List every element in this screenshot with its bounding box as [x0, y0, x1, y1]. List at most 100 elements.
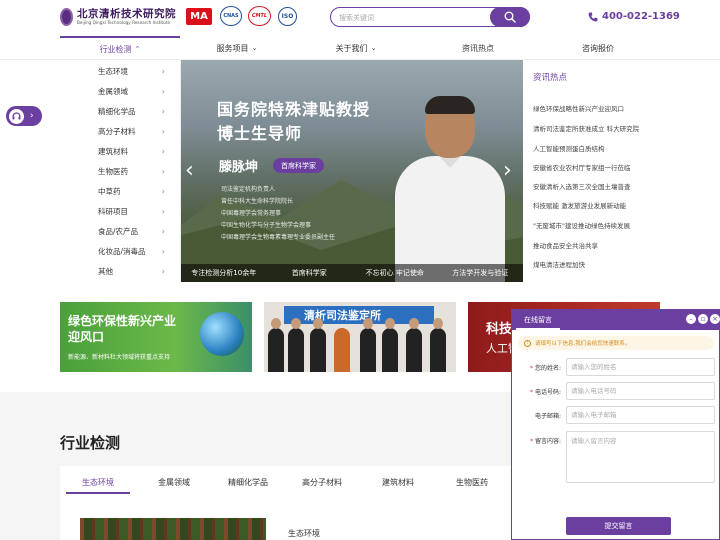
- minimize-icon[interactable]: –: [686, 314, 696, 324]
- search-input[interactable]: [339, 11, 489, 24]
- floating-service-button[interactable]: ›: [6, 106, 42, 126]
- logo-text-en: Beijing Qingxi Technology Research Insti…: [77, 20, 171, 26]
- section-title: 行业检测: [60, 434, 121, 452]
- chevron-right-icon: ›: [161, 266, 165, 276]
- promo-card-green-industry[interactable]: 绿色环保性新兴产业 迎风口 新能源、新材料杜大领域将获重点支持: [60, 302, 252, 372]
- banner-title-line1: 国务院特殊津贴教授: [217, 100, 371, 119]
- banner-credential: 司法鉴定机构负责人: [221, 186, 276, 193]
- info-icon: !: [524, 339, 531, 347]
- tab-polymers[interactable]: 高分子材料: [284, 466, 360, 498]
- banner-tab[interactable]: 专注检测分析10余年: [181, 264, 267, 282]
- message-textarea[interactable]: [566, 431, 715, 483]
- news-link[interactable]: 清析司法鉴定所获准成立 科大研究院: [533, 123, 655, 133]
- chevron-right-icon: ›: [161, 186, 165, 196]
- promo-title-line1: 科技: [486, 322, 513, 337]
- phone-icon: [588, 12, 598, 21]
- service-icon: [9, 108, 24, 124]
- phone-label: * 电话号码:: [530, 389, 561, 396]
- chevron-right-icon: ›: [30, 111, 34, 121]
- news-link[interactable]: 科技赋能 激发旅游业发展新动能: [533, 200, 655, 210]
- banner-role-tag: 首席科学家: [273, 158, 324, 173]
- category-item[interactable]: 金属领域 ›: [60, 81, 181, 101]
- category-item[interactable]: 高分子材料 ›: [60, 121, 181, 141]
- person-figure: [406, 318, 422, 372]
- banner-prev-arrow-icon[interactable]: ‹: [185, 158, 194, 183]
- name-field[interactable]: [566, 358, 715, 376]
- name-label: * 您的姓名:: [530, 365, 561, 372]
- banner-credential: 曾任中科大生命科学院院长: [221, 198, 294, 205]
- news-panel-title: 资讯热点: [533, 73, 568, 83]
- person-figure: [430, 318, 446, 372]
- person-figure: [288, 318, 304, 372]
- news-link[interactable]: 绿色环保战略性新兴产业迎风口: [533, 103, 655, 113]
- tab-ecological-environment[interactable]: 生态环境: [60, 466, 136, 498]
- email-field[interactable]: [566, 406, 715, 424]
- category-item[interactable]: 中草药 ›: [60, 181, 181, 201]
- category-item[interactable]: 化妆品/消毒品 ›: [60, 241, 181, 261]
- banner-credential: 中国毒理学会生物毒素毒理专业委员副主任: [221, 234, 336, 241]
- cert-ma-badge: MA: [186, 8, 212, 25]
- search-button[interactable]: [490, 7, 530, 27]
- category-item[interactable]: 精细化学品 ›: [60, 101, 181, 121]
- chevron-right-icon: ›: [161, 86, 165, 96]
- tab-metals[interactable]: 金属领域: [136, 466, 212, 498]
- form-notice: ! 请填写以下信息,我们会给您快速联系。: [518, 336, 714, 350]
- banner-tab-bar: 专注检测分析10余年 首席科学家 不忘初心 牢记使命 方法学开发与验证: [181, 264, 523, 282]
- banner-tab[interactable]: 方法学开发与验证: [438, 264, 524, 282]
- chevron-down-icon: ⌄: [251, 44, 258, 52]
- promo-card-forensic[interactable]: 清析司法鉴定所: [264, 302, 456, 372]
- chevron-right-icon: ›: [161, 146, 165, 156]
- nav-item-services[interactable]: 服务项目 ⌄: [177, 36, 297, 60]
- category-item[interactable]: 生态环境 ›: [60, 61, 181, 81]
- category-item[interactable]: 建筑材料 ›: [60, 141, 181, 161]
- tab-online-message[interactable]: 在线留言: [516, 312, 560, 330]
- nav-item-about[interactable]: 关于我们 ⌄: [296, 36, 416, 60]
- person-figure: [310, 318, 326, 372]
- close-icon[interactable]: ×: [710, 314, 720, 324]
- news-link[interactable]: 人工智能预测蛋白质结构: [533, 143, 655, 153]
- news-link[interactable]: "无废城市"建设推动绿色持续发展: [533, 220, 655, 230]
- news-link[interactable]: 推动食品安全共治共享: [533, 240, 655, 250]
- submit-message-button[interactable]: 提交留言: [566, 517, 671, 535]
- cert-cmtl-badge: CMTL: [248, 6, 271, 26]
- news-link[interactable]: 煤电清洁进程加快: [533, 259, 655, 269]
- phone-field[interactable]: [566, 382, 715, 400]
- phone-number: 400-022-1369: [602, 11, 680, 22]
- chevron-down-icon: ⌄: [370, 44, 377, 52]
- forest-image: [80, 518, 266, 540]
- banner-portrait: [395, 96, 505, 282]
- news-link[interactable]: 安徽清析入选第三次全国土壤普查: [533, 181, 655, 191]
- category-item[interactable]: 其他 ›: [60, 261, 181, 281]
- tab-building-materials[interactable]: 建筑材料: [360, 466, 436, 498]
- promo-subtitle: 新能源、新材料杜大领域将获重点支持: [68, 354, 171, 361]
- search-icon: [504, 11, 516, 23]
- nav-item-quote[interactable]: 咨询报价: [538, 36, 658, 60]
- site-logo[interactable]: 北京清析技术研究院 Beijing Qingxi Technology Rese…: [60, 7, 176, 27]
- hero-banner[interactable]: 国务院特殊津贴教授 博士生导师 滕脉坤 首席科学家 司法鉴定机构负责人 曾任中科…: [181, 60, 523, 282]
- restore-icon[interactable]: ▫: [698, 314, 708, 324]
- promo-title-line2: 迎风口: [68, 330, 105, 344]
- banner-tab[interactable]: 不忘初心 牢记使命: [352, 264, 438, 282]
- cert-cnas-badge: CNAS: [220, 6, 242, 26]
- banner-credential: 中国毒理学会常务理事: [221, 210, 282, 217]
- category-item[interactable]: 食品/农产品 ›: [60, 221, 181, 241]
- banner-person-name: 滕脉坤: [219, 160, 259, 175]
- banner-next-arrow-icon[interactable]: ›: [503, 158, 512, 183]
- widget-header: 在线留言 – ▫ ×: [512, 310, 720, 330]
- person-figure: [360, 318, 376, 372]
- nav-item-industry-testing[interactable]: 行业检测 ⌃: [60, 36, 180, 60]
- news-link[interactable]: 安徽省农业农村厅专家组一行莅临: [533, 162, 655, 172]
- banner-tab[interactable]: 首席科学家: [267, 264, 353, 282]
- category-item[interactable]: 生物医药 ›: [60, 161, 181, 181]
- category-dropdown: 生态环境 › 金属领域 › 精细化学品 › 高分子材料 › 建筑材料 › 生物医药 › 中草…: [60, 60, 181, 282]
- nav-item-news[interactable]: 资讯热点: [418, 36, 538, 60]
- chevron-right-icon: ›: [161, 246, 165, 256]
- content-heading[interactable]: 生态环境: [288, 528, 320, 539]
- category-item[interactable]: 科研项目 ›: [60, 201, 181, 221]
- cert-iso-badge: ISO: [278, 7, 297, 26]
- hotline[interactable]: 400-022-1369: [588, 11, 680, 22]
- tab-biomedicine[interactable]: 生物医药: [434, 466, 510, 498]
- news-panel: 资讯热点 绿色环保战略性新兴产业迎风口 清析司法鉴定所获准成立 科大研究院 人工…: [523, 60, 661, 282]
- online-message-widget: 在线留言 – ▫ × ! 请填写以下信息,我们会给您快速联系。 * 您的姓名: …: [511, 309, 720, 540]
- tab-fine-chemicals[interactable]: 精细化学品: [210, 466, 286, 498]
